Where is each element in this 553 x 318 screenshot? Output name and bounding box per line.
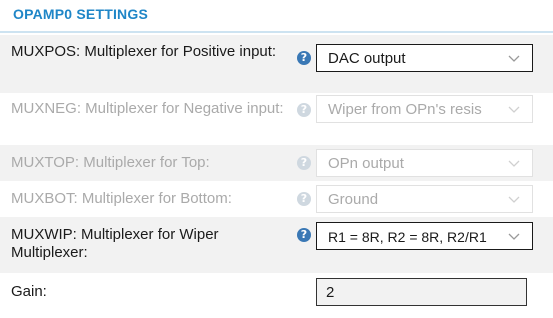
muxneg-select[interactable]: Wiper from OPn's resis xyxy=(316,95,533,123)
muxneg-row: MUXNEG: Multiplexer for Negative input: … xyxy=(0,93,553,145)
muxbot-row: MUXBOT: Multiplexer for Bottom: ? Ground xyxy=(0,181,553,217)
muxneg-help-icon[interactable]: ? xyxy=(297,103,311,117)
section-title: OPAMP0 SETTINGS xyxy=(13,6,148,22)
muxpos-help-icon[interactable]: ? xyxy=(297,51,311,65)
gain-label: Gain: xyxy=(11,283,47,300)
muxbot-help-icon[interactable]: ? xyxy=(297,192,311,206)
chevron-down-icon xyxy=(508,160,520,167)
muxtop-row: MUXTOP: Multiplexer for Top: ? OPn outpu… xyxy=(0,145,553,181)
muxbot-selected-value: Ground xyxy=(328,191,379,208)
section-divider xyxy=(0,31,553,33)
chevron-down-icon xyxy=(508,106,520,113)
muxpos-row: MUXPOS: Multiplexer for Positive input: … xyxy=(0,35,553,93)
muxpos-label: MUXPOS: Multiplexer for Positive input: xyxy=(11,43,277,60)
muxtop-help-icon[interactable]: ? xyxy=(297,156,311,170)
muxbot-select[interactable]: Ground xyxy=(316,185,533,213)
gain-value: 2 xyxy=(326,284,335,301)
gain-row: Gain: 2 xyxy=(0,273,553,318)
muxneg-label: MUXNEG: Multiplexer for Negative input: xyxy=(11,100,284,117)
muxneg-selected-value: Wiper from OPn's resis xyxy=(328,101,482,118)
chevron-down-icon xyxy=(508,196,520,203)
muxtop-label: MUXTOP: Multiplexer for Top: xyxy=(11,154,210,171)
muxpos-select[interactable]: DAC output xyxy=(316,44,533,72)
muxwip-select[interactable]: R1 = 8R, R2 = 8R, R2/R1 xyxy=(316,222,533,250)
opamp0-settings-panel: OPAMP0 SETTINGS MUXPOS: Multiplexer for … xyxy=(0,0,553,318)
muxpos-selected-value: DAC output xyxy=(328,50,406,67)
muxwip-label: MUXWIP: Multiplexer for Wiper Multiplexe… xyxy=(11,226,219,261)
chevron-down-icon xyxy=(508,55,520,62)
chevron-down-icon xyxy=(508,233,520,240)
muxtop-select[interactable]: OPn output xyxy=(316,149,533,177)
muxwip-row: MUXWIP: Multiplexer for Wiper Multiplexe… xyxy=(0,217,553,273)
muxbot-label: MUXBOT: Multiplexer for Bottom: xyxy=(11,190,232,207)
muxwip-selected-value: R1 = 8R, R2 = 8R, R2/R1 xyxy=(328,229,487,245)
muxtop-selected-value: OPn output xyxy=(328,155,404,172)
gain-input[interactable]: 2 xyxy=(316,278,527,306)
muxwip-help-icon[interactable]: ? xyxy=(297,228,311,242)
